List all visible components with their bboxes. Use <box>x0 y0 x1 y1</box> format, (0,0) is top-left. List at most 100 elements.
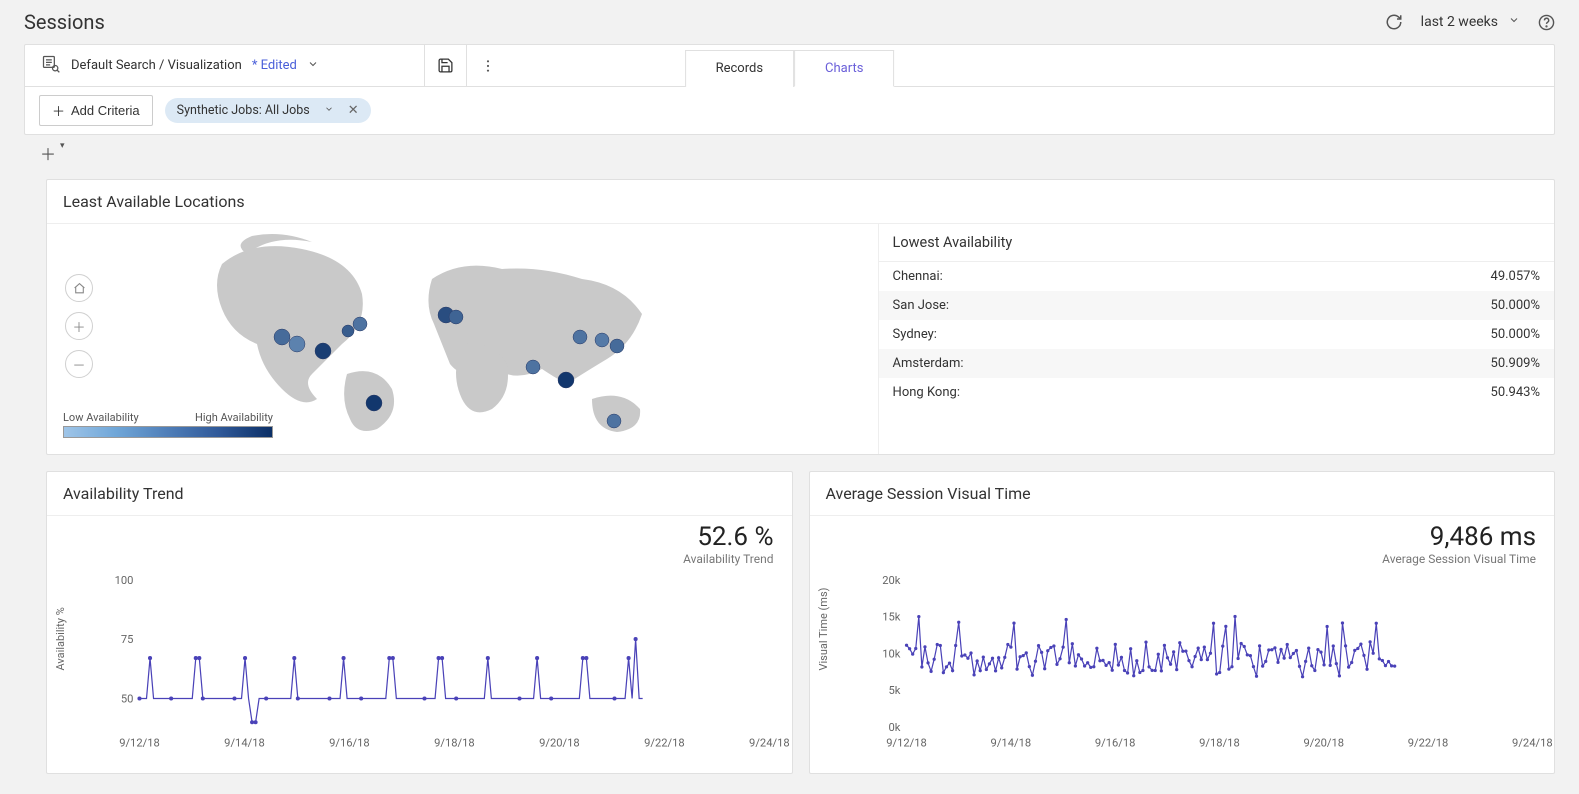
plus-icon: ＋ <box>52 101 65 120</box>
add-panel-button[interactable]: ＋ <box>40 141 56 165</box>
svg-text:75: 75 <box>121 633 134 646</box>
map-location-dot[interactable] <box>558 372 574 388</box>
svg-text:9/24/18: 9/24/18 <box>749 736 790 749</box>
svg-text:9/16/18: 9/16/18 <box>1094 736 1135 749</box>
panel-least-available-locations: Least Available Locations ＋ － <box>46 179 1555 455</box>
trend-y-axis-label: Availability % <box>54 607 67 670</box>
time-range-selector[interactable]: last 2 weeks <box>1421 14 1520 30</box>
map-location-dot[interactable] <box>366 395 382 411</box>
page-title: Sessions <box>24 10 105 34</box>
panel-title: Availability Trend <box>47 472 792 516</box>
map-zoom-out-button[interactable]: － <box>65 350 93 378</box>
map-location-dot[interactable] <box>526 360 540 374</box>
map-location-dot[interactable] <box>595 333 609 347</box>
save-button[interactable] <box>425 45 467 86</box>
svg-text:0k: 0k <box>888 721 900 734</box>
availability-row[interactable]: Amsterdam: 50.909% <box>879 349 1554 378</box>
map-zoom-in-button[interactable]: ＋ <box>65 312 93 340</box>
map-legend: Low Availability High Availability <box>63 411 273 438</box>
session-value: 9,486 ms <box>810 522 1537 552</box>
svg-text:9/22/18: 9/22/18 <box>1407 736 1448 749</box>
location-value: 50.943% <box>1491 385 1540 400</box>
add-panel-caret[interactable]: ▾ <box>60 141 65 165</box>
chevron-down-icon <box>1508 14 1520 30</box>
panel-body: ＋ － <box>47 224 1554 454</box>
refresh-icon[interactable] <box>1385 13 1403 31</box>
svg-text:9/14/18: 9/14/18 <box>224 736 265 749</box>
legend-low: Low Availability <box>63 411 139 424</box>
header-actions: last 2 weeks <box>1385 13 1555 31</box>
world-map[interactable]: ＋ － <box>47 224 879 454</box>
search-visualization-label: Default Search / Visualization <box>71 58 242 73</box>
svg-text:9/20/18: 9/20/18 <box>1303 736 1344 749</box>
svg-text:9/18/18: 9/18/18 <box>1199 736 1240 749</box>
svg-text:15k: 15k <box>882 611 901 624</box>
tab-records[interactable]: Records <box>685 50 794 87</box>
location-value: 49.057% <box>1491 269 1540 284</box>
availability-row[interactable]: Chennai: 49.057% <box>879 262 1554 291</box>
location-value: 50.909% <box>1491 356 1540 371</box>
location-name: Hong Kong: <box>893 385 960 400</box>
view-tabs: Records Charts <box>685 50 895 87</box>
remove-chip-icon[interactable]: ✕ <box>348 103 359 118</box>
map-location-dot[interactable] <box>607 414 621 428</box>
trend-value: 52.6 % <box>47 522 774 552</box>
location-name: Amsterdam: <box>893 356 964 371</box>
page-header: Sessions last 2 weeks <box>0 0 1579 40</box>
search-visualization-selector[interactable]: Default Search / Visualization * Edited <box>25 45 425 86</box>
map-location-dot[interactable] <box>573 330 587 344</box>
map-controls: ＋ － <box>65 274 93 378</box>
location-name: San Jose: <box>893 298 950 313</box>
svg-text:9/14/18: 9/14/18 <box>990 736 1031 749</box>
legend-gradient <box>63 426 273 438</box>
toolbar: Default Search / Visualization * Edited … <box>24 44 1555 135</box>
location-name: Sydney: <box>893 327 937 342</box>
map-location-dot[interactable] <box>289 336 305 352</box>
svg-text:9/24/18: 9/24/18 <box>1512 736 1553 749</box>
svg-text:100: 100 <box>115 574 134 587</box>
chevron-down-icon <box>307 58 319 74</box>
availability-row[interactable]: San Jose:50.000% <box>879 291 1554 320</box>
svg-text:9/22/18: 9/22/18 <box>644 736 685 749</box>
legend-high: High Availability <box>195 411 273 424</box>
svg-text:9/16/18: 9/16/18 <box>329 736 370 749</box>
trend-chart[interactable]: 10075509/12/189/14/189/16/189/18/189/20/… <box>109 566 780 761</box>
trend-sub: Availability Trend <box>47 552 774 566</box>
svg-text:5k: 5k <box>888 684 900 697</box>
session-chart[interactable]: 20k15k10k5k0k9/12/189/14/189/16/189/18/1… <box>872 566 1543 761</box>
svg-text:9/12/18: 9/12/18 <box>886 736 927 749</box>
add-criteria-button[interactable]: ＋ Add Criteria <box>39 95 153 126</box>
svg-text:10k: 10k <box>882 647 901 660</box>
map-location-dot[interactable] <box>449 310 463 324</box>
search-visualization-icon <box>41 54 61 78</box>
more-menu-button[interactable] <box>467 45 509 86</box>
location-name: Chennai: <box>893 269 943 284</box>
lowest-availability-list: Lowest Availability Chennai:49.057%San J… <box>879 224 1554 454</box>
help-icon[interactable] <box>1538 14 1555 31</box>
time-range-label: last 2 weeks <box>1421 14 1498 30</box>
panel-title: Least Available Locations <box>47 180 1554 224</box>
map-location-dot[interactable] <box>353 317 367 331</box>
toolbar-row-top: Default Search / Visualization * Edited … <box>25 45 1554 87</box>
svg-text:9/18/18: 9/18/18 <box>434 736 475 749</box>
add-criteria-label: Add Criteria <box>71 103 140 118</box>
map-location-dot[interactable] <box>315 343 331 359</box>
map-location-dot[interactable] <box>610 339 624 353</box>
svg-text:9/12/18: 9/12/18 <box>119 736 160 749</box>
availability-row[interactable]: Hong Kong: 50.943% <box>879 378 1554 407</box>
session-sub: Average Session Visual Time <box>810 552 1537 566</box>
availability-row[interactable]: Sydney:50.000% <box>879 320 1554 349</box>
panel-title: Average Session Visual Time <box>810 472 1555 516</box>
panel-availability-trend: Availability Trend 52.6 % Availability T… <box>46 471 793 774</box>
map-location-dot[interactable] <box>274 329 290 345</box>
map-location-dot[interactable] <box>342 325 354 337</box>
dashboard-panels: Least Available Locations ＋ － <box>0 165 1579 794</box>
criteria-chip-label: Synthetic Jobs: All Jobs <box>177 103 310 118</box>
criteria-chip[interactable]: Synthetic Jobs: All Jobs ✕ <box>165 98 371 123</box>
tab-charts[interactable]: Charts <box>794 50 894 87</box>
svg-text:9/20/18: 9/20/18 <box>539 736 580 749</box>
add-panel-row: ＋ ▾ <box>0 135 1579 165</box>
save-area <box>425 45 509 86</box>
map-home-button[interactable] <box>65 274 93 302</box>
chevron-down-icon <box>324 103 334 118</box>
